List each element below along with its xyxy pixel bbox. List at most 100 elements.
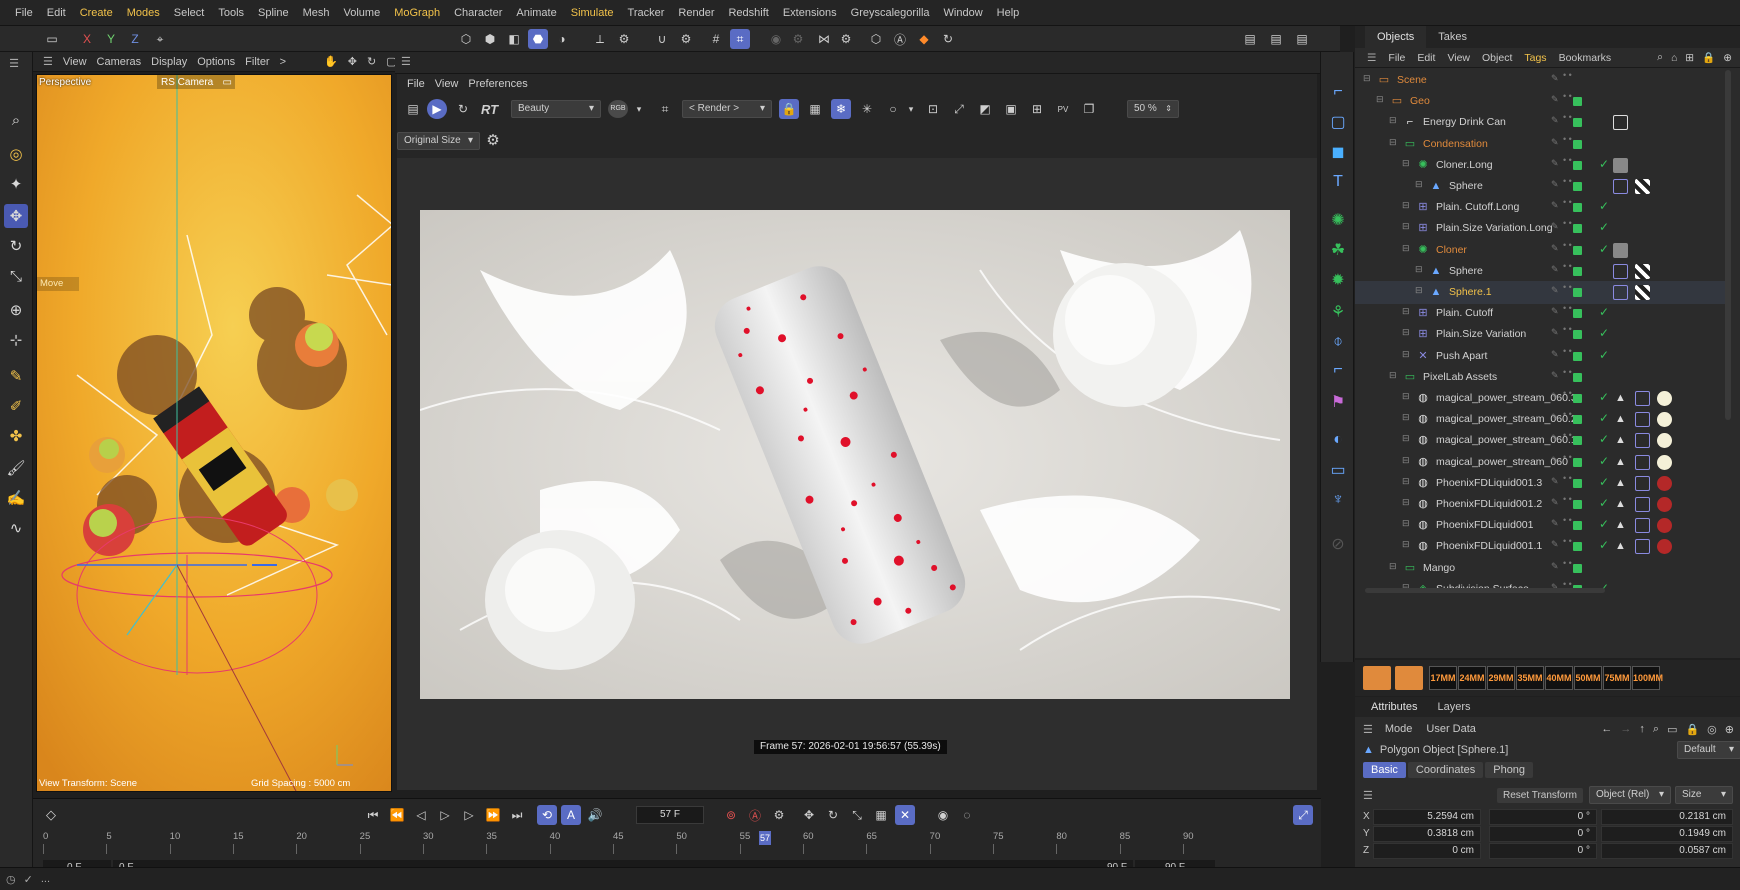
lens-preset-button[interactable]: 40MM [1545,666,1573,690]
expand-toggle-icon[interactable]: ⊟ [1389,115,1397,126]
render-region-icon[interactable]: ⬡ [866,29,886,49]
lens-preset-button[interactable]: 24MM [1458,666,1486,690]
tweak-mode-icon[interactable]: ⚙ [614,29,634,49]
visibility-dots-icon[interactable]: • • [1563,325,1572,334]
layer-edit-icon[interactable]: ✎ [1551,497,1559,508]
attribute-menu-mode[interactable]: Mode [1385,723,1413,735]
back-arrow-icon[interactable]: ← [1601,723,1612,735]
phong-tag-icon[interactable] [1635,433,1650,449]
viewport-menu-view[interactable]: View [63,56,87,68]
prev-key-icon[interactable]: ⏪ [387,805,407,825]
coord-rot-field[interactable]: 0 ° [1489,809,1597,825]
object-row[interactable]: ⊟ ◍ magical_power_stream_060.2 ✎ • • ✓ ▲ [1355,408,1725,431]
expand-toggle-icon[interactable]: ⊟ [1402,433,1410,444]
deformer-icon[interactable]: ⌽ [1326,330,1350,354]
object-name[interactable]: Geo [1410,95,1430,107]
material-tag-icon[interactable] [1657,412,1672,428]
object-row[interactable]: ⊟ ⊞ Plain.Size Variation ✎ • • ✓ [1355,323,1725,346]
go-to-end-icon[interactable]: ⏭ [507,805,527,825]
filter-icon[interactable]: ⊞ [1685,52,1694,64]
enabled-indicator[interactable] [1573,182,1582,191]
generator-icon[interactable]: ⚘ [1326,300,1350,324]
coord-size-field[interactable]: 0.1949 cm [1601,826,1733,842]
tag-create-icon[interactable]: ⚑ [1326,390,1350,414]
visibility-dots-icon[interactable]: • • [1563,431,1572,440]
attribute-menu-userdata[interactable]: User Data [1426,723,1476,735]
viewport-name[interactable]: Perspective [39,77,91,88]
points-mode-icon[interactable]: ⬢ [480,29,500,49]
object-row[interactable]: ⊟ ◍ PhoenixFDLiquid001.3 ✎ • • ✓ ▲ [1355,472,1725,495]
edges-mode-icon[interactable]: ◧ [504,29,524,49]
layer-edit-icon[interactable]: ✎ [1551,264,1559,275]
texture-tag-icon[interactable] [1613,242,1628,258]
lens-preset-button[interactable]: 29MM [1487,666,1515,690]
layer-edit-icon[interactable]: ✎ [1551,158,1559,169]
object-name[interactable]: Plain. Cutoff.Long [1436,201,1519,213]
object-name[interactable]: PixelLab Assets [1423,371,1497,383]
particles-icon[interactable]: ✳ [857,99,877,119]
check-icon[interactable]: ✓ [1599,475,1609,489]
phong-tag-icon[interactable] [1635,497,1650,512]
enabled-indicator[interactable] [1573,160,1582,170]
record-icon[interactable]: ⊚ [721,805,741,825]
viewport-camera[interactable]: RS Camera ▭ [157,75,235,89]
alembic-tag-icon[interactable]: ▲ [1613,539,1628,554]
history-icon[interactable]: ◎ [1707,723,1717,736]
coordinate-system-icon[interactable]: ⌖ [150,29,170,49]
subtab-coordinates[interactable]: Coordinates [1407,762,1484,778]
lock-render-icon[interactable]: 🔒 [779,99,799,119]
object-row[interactable]: ⊟ ◍ PhoenixFDLiquid001 ✎ • • ✓ ▲ [1355,514,1725,537]
effector-create-icon[interactable]: ✹ [1326,268,1350,292]
render-view-menu-icon[interactable]: ☰ [401,55,411,68]
alembic-tag-icon[interactable]: ▲ [1613,497,1628,512]
phong-tag-icon[interactable] [1635,412,1650,428]
coord-pos-field[interactable]: 0 cm [1373,843,1481,859]
layer-edit-icon[interactable]: ✎ [1551,243,1559,254]
frame-ruler[interactable]: 0 5 10 15 20 25 30 35 40 45 50 55 60 65 70 75 80 85 90 57 [43,831,1313,859]
cube-icon[interactable]: ◼ [1326,140,1350,164]
symmetry-settings-icon[interactable]: ⚙ [836,29,856,49]
object-name[interactable]: magical_power_stream_060 [1436,456,1568,468]
coord-pos-field[interactable]: 5.2594 cm [1373,809,1481,825]
check-icon[interactable]: ✓ [1599,305,1609,319]
material-tag-icon[interactable] [1635,285,1650,300]
object-name[interactable]: Push Apart [1436,350,1487,362]
check-icon[interactable]: ✓ [1599,348,1609,362]
layer-edit-icon[interactable]: ✎ [1551,370,1559,381]
sketch-tool-icon[interactable]: ✐ [4,394,28,418]
up-arrow-icon[interactable]: ↑ [1639,723,1645,735]
clapper-render-view-icon[interactable]: ▤ [1266,29,1286,49]
layer-edit-icon[interactable]: ✎ [1551,349,1559,360]
object-row[interactable]: ⊟ ✺ Cloner ✎ • • ✓ [1355,239,1725,262]
visibility-dots-icon[interactable]: • • [1563,261,1572,270]
visibility-dots-icon[interactable]: • • [1563,198,1572,207]
menu-file[interactable]: File [8,0,40,26]
layer-edit-icon[interactable]: ✎ [1551,327,1559,338]
check-icon[interactable]: ✓ [1599,242,1609,256]
material-tag-icon[interactable] [1657,475,1672,491]
rt-toggle[interactable]: RT [481,102,498,117]
object-row[interactable]: ⊟ ◍ magical_power_stream_060.3 ✎ • • ✓ ▲ [1355,387,1725,410]
menu-mograph[interactable]: MoGraph [387,0,447,26]
expand-toggle-icon[interactable]: ⊟ [1389,370,1397,381]
menu-character[interactable]: Character [447,0,509,26]
menu-animate[interactable]: Animate [509,0,563,26]
forward-arrow-icon[interactable]: → [1620,723,1631,735]
pen-tool-icon[interactable]: ✎ [4,364,28,388]
space-select[interactable]: Object (Rel) ▾ [1589,786,1671,804]
tab-takes[interactable]: Takes [1426,26,1479,48]
autokey-icon[interactable]: Ⓐ [745,805,765,825]
bookmark-icon[interactable]: ▭ [1667,723,1677,736]
panel-menu-icon[interactable]: ☰ [2,54,26,72]
menu-help[interactable]: Help [990,0,1027,26]
render-image[interactable] [420,210,1290,699]
layer-edit-icon[interactable]: ✎ [1551,94,1559,105]
visibility-dots-icon[interactable]: • • [1563,473,1572,482]
refresh-icon[interactable]: ↻ [453,99,473,119]
visibility-dots-icon[interactable]: • • [1563,219,1572,228]
visibility-dots-icon[interactable]: • • [1563,516,1572,525]
live-selection-icon[interactable]: ◎ [4,142,28,166]
visibility-dots-icon[interactable]: • • [1563,71,1572,80]
expand-toggle-icon[interactable]: ⊟ [1389,137,1397,148]
snap-settings-icon[interactable]: ⚙ [676,29,696,49]
